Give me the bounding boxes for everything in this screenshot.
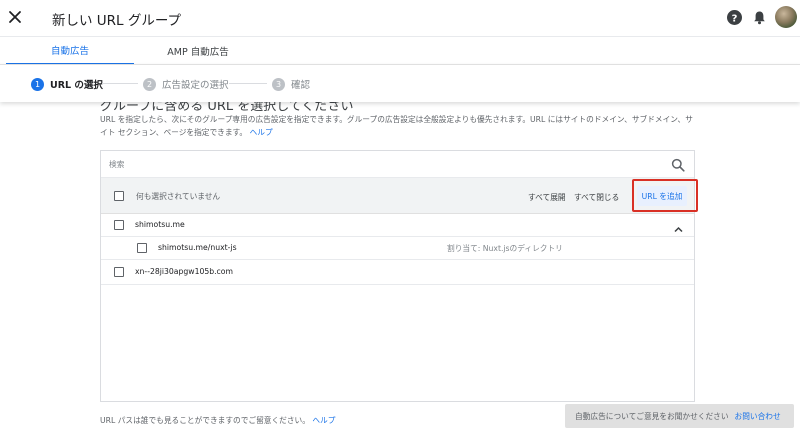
step-label: 確認 [291, 80, 311, 91]
step-number: 1 [31, 77, 44, 91]
step-number: 2 [143, 77, 156, 91]
footer-note: URL パスは誰でも見ることができますのでご留意ください。 ヘルプ [100, 415, 335, 426]
assignment-text: 割り当て: Nuxt.jsのディレクトリ [447, 244, 563, 253]
footer-help-link[interactable]: ヘルプ [312, 416, 335, 425]
url-text: shimotsu.me [135, 220, 185, 229]
tab-auto-ads[interactable]: 自動広告 [6, 37, 134, 65]
url-text: shimotsu.me/nuxt-js [158, 243, 237, 252]
step-confirm: 3 確認 [272, 77, 310, 91]
step-divider [229, 83, 267, 84]
tab-amp-auto-ads[interactable]: AMP 自動広告 [134, 37, 262, 65]
step-select-url: 1 URL の選択 [31, 77, 103, 91]
step-label: 広告設定の選択 [162, 80, 229, 91]
step-label: URL の選択 [50, 80, 103, 91]
search-input[interactable] [109, 157, 649, 172]
selection-toolbar: 何も選択されていません すべて展開 すべて閉じる URL を追加 [101, 178, 698, 214]
add-url-button[interactable]: URL を追加 [637, 186, 687, 206]
tab-label: 自動広告 [50, 46, 89, 57]
help-link[interactable]: ヘルプ [250, 128, 273, 137]
svg-text:?: ? [732, 13, 738, 24]
search-bar [101, 151, 694, 178]
contact-link[interactable]: お問い合わせ [735, 411, 781, 422]
help-icon[interactable]: ? [726, 9, 743, 26]
chevron-up-icon[interactable] [673, 220, 684, 233]
tab-bar: 自動広告 AMP 自動広告 [0, 36, 800, 65]
close-icon[interactable] [4, 6, 26, 28]
section-description: URL を指定したら、次にそのグループ専用の広告設定を指定できます。グループの広… [100, 113, 698, 139]
step-divider [102, 83, 138, 84]
url-checkbox[interactable] [114, 267, 124, 277]
expand-all-button[interactable]: すべて展開 [528, 192, 566, 203]
top-bar: 新しい URL グループ ? [0, 0, 800, 36]
selection-status: 何も選択されていません [136, 192, 221, 201]
url-checkbox[interactable] [114, 220, 124, 230]
search-icon[interactable] [671, 157, 685, 172]
feedback-text: 自動広告についてご意見をお聞かせください [575, 411, 729, 421]
step-ad-settings: 2 広告設定の選択 [143, 77, 229, 91]
avatar[interactable] [775, 6, 797, 28]
url-row: shimotsu.me/nuxt-js 割り当て: Nuxt.jsのディレクトリ [101, 237, 694, 260]
description-text: URL を指定したら、次にそのグループ専用の広告設定を指定できます。グループの広… [100, 115, 693, 137]
select-all-checkbox[interactable] [114, 191, 124, 201]
tab-label: AMP 自動広告 [167, 47, 229, 58]
url-checkbox[interactable] [137, 243, 147, 253]
collapse-all-button[interactable]: すべて閉じる [574, 192, 619, 203]
footer-note-text: URL パスは誰でも見ることができますのでご留意ください。 [100, 416, 310, 425]
bell-icon[interactable] [751, 9, 768, 26]
url-text: xn--28ji30apgw105b.com [135, 267, 233, 276]
page-title: 新しい URL グループ [52, 13, 182, 29]
url-list-card: 何も選択されていません すべて展開 すべて閉じる URL を追加 shimots… [100, 150, 698, 402]
feedback-bar: 自動広告についてご意見をお聞かせください お問い合わせ [565, 404, 794, 428]
url-row: shimotsu.me [101, 214, 694, 237]
step-number: 3 [272, 77, 285, 91]
stepper: 1 URL の選択 2 広告設定の選択 3 確認 [0, 64, 800, 102]
url-row: xn--28ji30apgw105b.com [101, 260, 694, 285]
